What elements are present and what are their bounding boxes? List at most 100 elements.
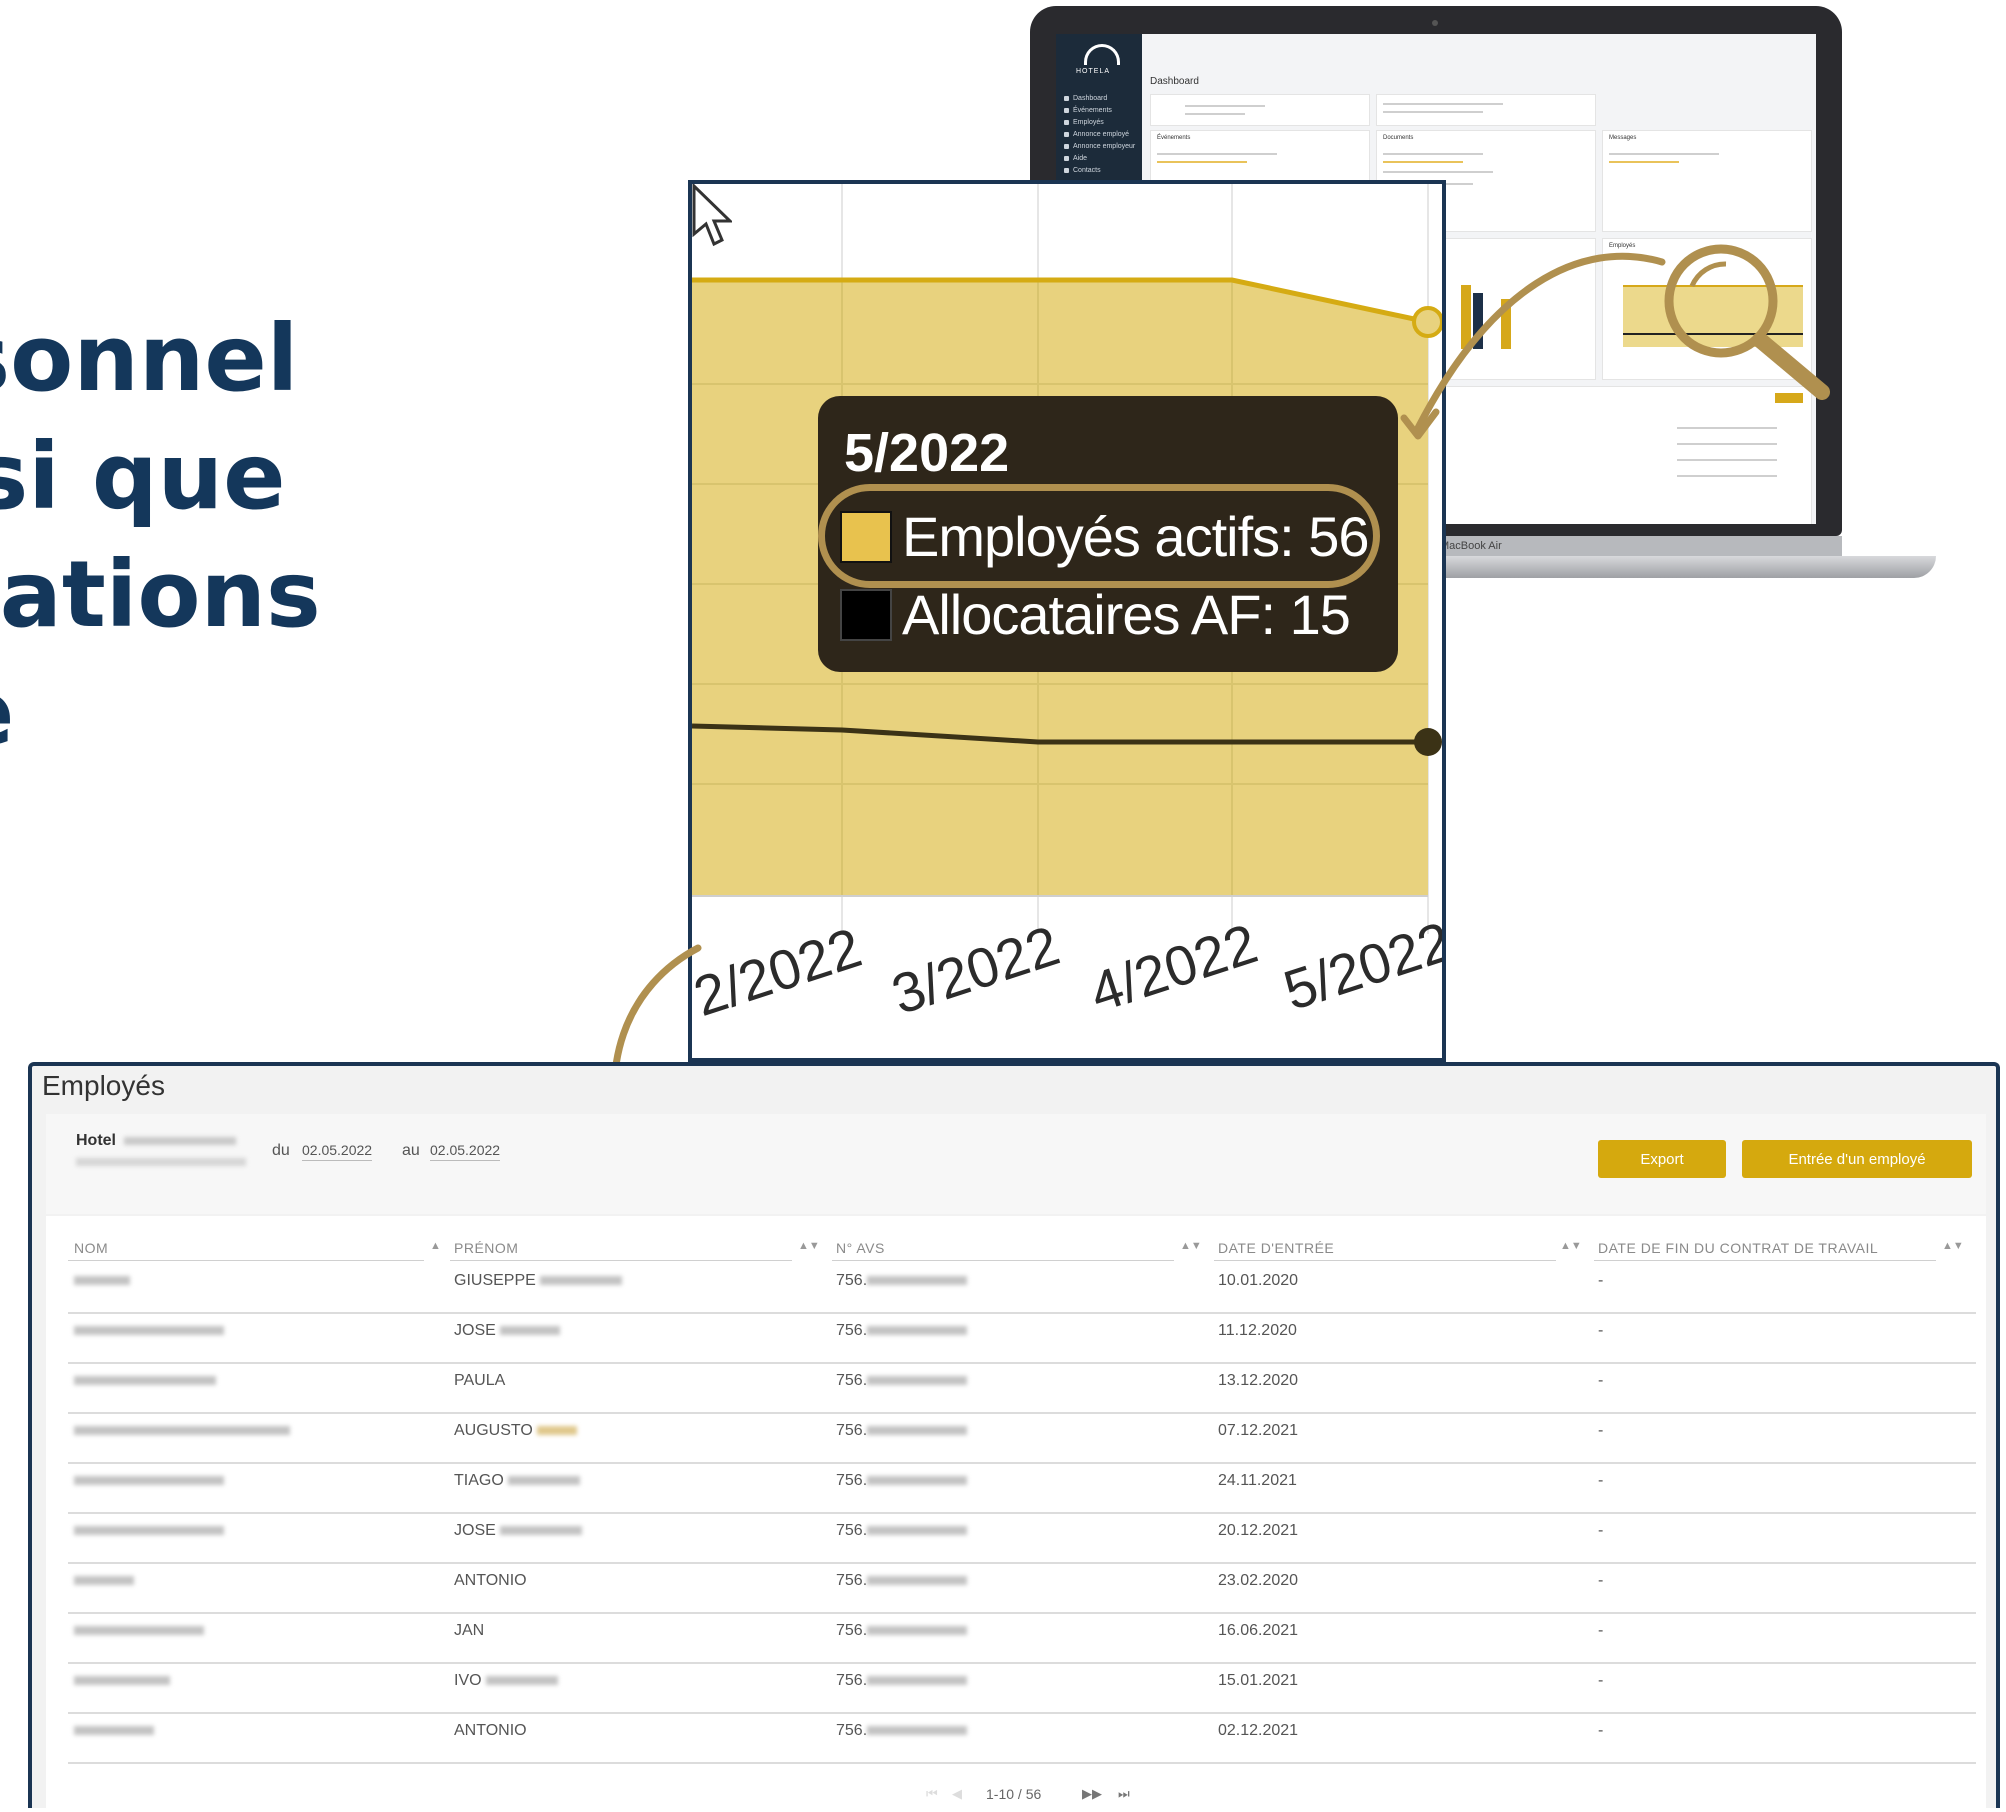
hotela-logo-icon xyxy=(1084,44,1120,65)
column-header-fin[interactable]: DATE DE FIN DU CONTRAT DE TRAVAIL xyxy=(1598,1240,1878,1256)
last-page-icon[interactable]: ⏭ xyxy=(1118,1786,1130,1802)
nav-item[interactable]: Aide xyxy=(1064,152,1135,164)
nav-item[interactable]: Employés xyxy=(1064,116,1135,128)
cell-fin: - xyxy=(1598,1272,1604,1289)
to-label: au xyxy=(402,1142,420,1159)
column-header-entree[interactable]: DATE D'ENTRÉE xyxy=(1218,1240,1334,1256)
table-row[interactable]: ANTONIO 756. 02.12.2021 - xyxy=(68,1712,1976,1764)
cell-fin: - xyxy=(1598,1672,1604,1689)
curved-arrow-icon xyxy=(1400,252,1666,440)
table-row[interactable]: GIUSEPPE 756. 10.01.2020 - xyxy=(68,1262,1976,1314)
pagination-label: 1-10 / 56 xyxy=(986,1786,1042,1802)
cell-entree: 23.02.2020 xyxy=(1218,1572,1299,1589)
table-row[interactable]: ANTONIO 756. 23.02.2020 - xyxy=(68,1562,1976,1614)
headline: rsonnel nsi que ocations e xyxy=(0,300,420,772)
headline-line: ocations xyxy=(0,541,321,648)
cell-entree: 11.12.2020 xyxy=(1218,1322,1297,1339)
table-row[interactable]: IVO 756. 15.01.2021 - xyxy=(68,1662,1976,1714)
cell-entree: 24.11.2021 xyxy=(1218,1472,1297,1489)
sort-icon[interactable]: ▲▼ xyxy=(798,1240,820,1252)
cell-prenom: AUGUSTO xyxy=(454,1422,578,1440)
column-header-nom[interactable]: NOM xyxy=(74,1240,108,1256)
advisor-card xyxy=(1376,94,1596,126)
headline-line: e xyxy=(0,654,420,772)
nav-item[interactable]: Dashboard xyxy=(1064,92,1135,104)
cell-avs: 756. xyxy=(836,1522,968,1540)
first-page-icon[interactable]: ⏮ xyxy=(926,1786,938,1802)
cell-prenom: JOSE xyxy=(454,1522,583,1540)
cell-avs: 756. xyxy=(836,1622,968,1640)
cell-entree: 07.12.2021 xyxy=(1218,1422,1299,1439)
legend-swatch-black xyxy=(840,588,892,641)
table-row[interactable]: JOSE 756. 20.12.2021 - xyxy=(68,1512,1976,1564)
prev-page-icon[interactable]: ◀ xyxy=(952,1786,962,1802)
cell-fin: - xyxy=(1598,1522,1604,1539)
nav-item[interactable]: Annonce employeur xyxy=(1064,140,1135,152)
data-point-af[interactable] xyxy=(1414,728,1442,756)
cell-entree: 20.12.2021 xyxy=(1218,1522,1299,1539)
cell-entree: 10.01.2020 xyxy=(1218,1272,1299,1289)
nav-item[interactable]: Annonce employé xyxy=(1064,128,1135,140)
cell-avs: 756. xyxy=(836,1672,968,1690)
column-header-avs[interactable]: N° AVS xyxy=(836,1240,885,1256)
cell-fin: - xyxy=(1598,1472,1604,1489)
add-employee-button[interactable]: Entrée d'un employé xyxy=(1742,1140,1972,1178)
cell-prenom: ANTONIO xyxy=(454,1722,527,1739)
cell-prenom: ANTONIO xyxy=(454,1572,527,1589)
camera-dot xyxy=(1432,20,1438,26)
column-header-prenom[interactable]: PRÉNOM xyxy=(454,1240,518,1256)
sort-icon[interactable]: ▲▼ xyxy=(1560,1240,1582,1252)
cell-fin: - xyxy=(1598,1372,1604,1389)
table-row[interactable]: AUGUSTO 756. 07.12.2021 - xyxy=(68,1412,1976,1464)
tooltip-row-active: Employés actifs: 56 xyxy=(840,504,1370,569)
cell-prenom: JAN xyxy=(454,1622,485,1639)
cell-avs: 756. xyxy=(836,1472,968,1490)
cell-avs: 756. xyxy=(836,1572,968,1590)
cell-nom xyxy=(74,1622,204,1640)
table-row[interactable]: PAULA 756. 13.12.2020 - xyxy=(68,1362,1976,1414)
cell-entree: 16.06.2021 xyxy=(1218,1622,1299,1639)
cell-nom xyxy=(74,1422,290,1440)
nav-item[interactable]: Contacts xyxy=(1064,164,1135,176)
headline-line: nsi que xyxy=(0,423,286,530)
cell-entree: 02.12.2021 xyxy=(1218,1722,1299,1739)
cell-avs: 756. xyxy=(836,1272,968,1290)
cell-avs: 756. xyxy=(836,1722,968,1740)
cell-avs: 756. xyxy=(836,1372,968,1390)
cell-nom xyxy=(74,1472,224,1490)
table-row[interactable]: JOSE 756. 11.12.2020 - xyxy=(68,1312,1976,1364)
dashboard-nav: Dashboard Événements Employés Annonce em… xyxy=(1064,92,1135,176)
table-row[interactable]: JAN 756. 16.06.2021 - xyxy=(68,1612,1976,1664)
brand-label: HOTELA xyxy=(1076,68,1111,75)
sort-icon[interactable]: ▲▼ xyxy=(1180,1240,1202,1252)
cell-nom xyxy=(74,1322,224,1340)
export-button[interactable]: Export xyxy=(1598,1140,1726,1178)
cell-prenom: TIAGO xyxy=(454,1472,581,1490)
cell-entree: 13.12.2020 xyxy=(1218,1372,1299,1389)
cell-nom xyxy=(74,1722,154,1740)
table-row[interactable]: TIAGO 756. 24.11.2021 - xyxy=(68,1462,1976,1514)
cell-nom xyxy=(74,1372,216,1390)
cell-nom xyxy=(74,1572,134,1590)
page-title: Employés xyxy=(42,1070,165,1101)
hotel-name: Hotel xyxy=(76,1132,236,1150)
next-page-icon[interactable]: ▶▶ xyxy=(1082,1786,1102,1802)
nav-item[interactable]: Événements xyxy=(1064,104,1135,116)
cell-fin: - xyxy=(1598,1322,1604,1339)
from-date-input[interactable]: 02.05.2022 xyxy=(302,1142,373,1161)
tooltip-af-text: Allocataires AF: 15 xyxy=(902,583,1351,646)
tooltip-title: 5/2022 xyxy=(844,423,1010,483)
tooltip-active-text: Employés actifs: 56 xyxy=(902,505,1370,568)
cell-prenom: PAULA xyxy=(454,1372,506,1389)
headline-line: rsonnel xyxy=(0,305,299,412)
legend-swatch-gold xyxy=(840,510,892,563)
cell-prenom: IVO xyxy=(454,1672,559,1690)
sort-icon[interactable]: ▲▼ xyxy=(1942,1240,1964,1252)
macbook-label: MacBook Air xyxy=(1440,540,1502,552)
filter-bar: Hotel du 02.05.2022 au 02.05.2022 Export… xyxy=(46,1114,1986,1214)
employees-panel: Employés Hotel du 02.05.2022 au 02.05.20… xyxy=(28,1062,2000,1812)
cell-avs: 756. xyxy=(836,1422,968,1440)
sort-icon[interactable]: ▲ xyxy=(430,1240,441,1252)
to-date-input[interactable]: 02.05.2022 xyxy=(430,1142,501,1161)
cell-fin: - xyxy=(1598,1622,1604,1639)
